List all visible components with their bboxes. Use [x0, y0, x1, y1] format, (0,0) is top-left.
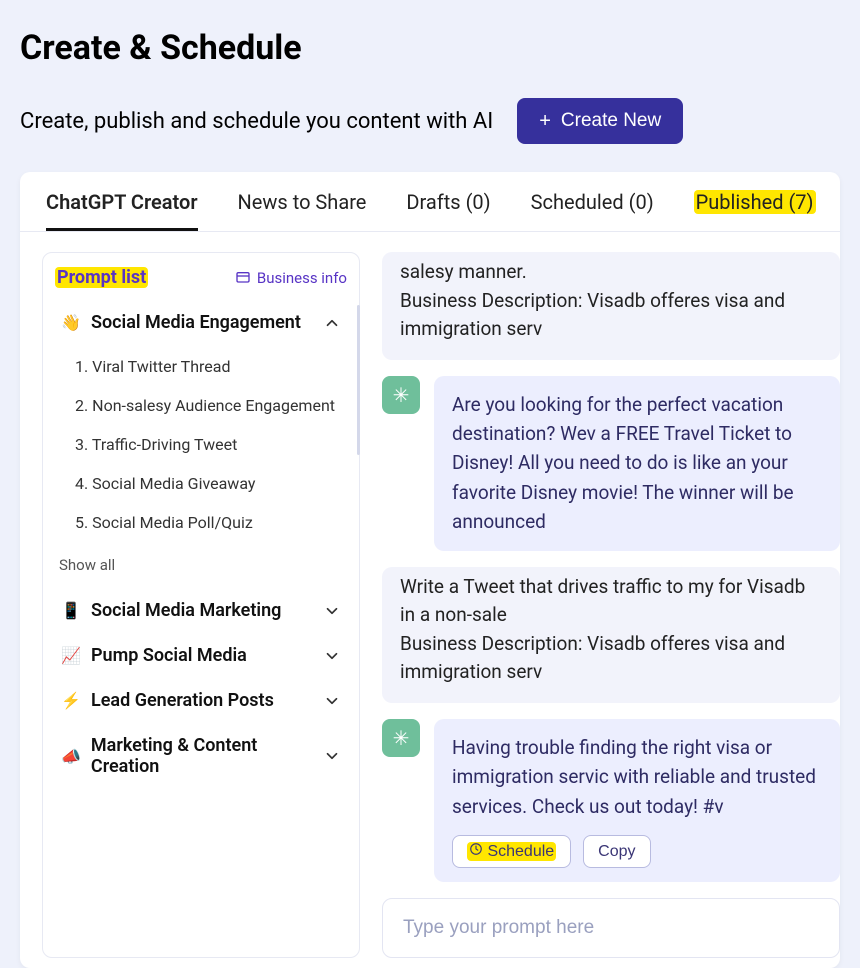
chevron-up-icon: [323, 314, 341, 332]
prompt-item[interactable]: 2. Non-salesy Audience Engagement: [71, 386, 347, 425]
user-message: salesy manner. Business Description: Vis…: [382, 252, 840, 360]
chevron-down-icon: [323, 692, 341, 710]
user-text-line: salesy manner.: [400, 258, 822, 287]
copy-button[interactable]: Copy: [583, 835, 650, 868]
prompt-item[interactable]: 3. Traffic-Driving Tweet: [71, 425, 347, 464]
business-info-icon: [235, 270, 251, 286]
user-text-line: Write a Tweet that drives traffic to my …: [400, 573, 822, 630]
schedule-label: Schedule: [487, 843, 554, 860]
business-info-link[interactable]: Business info: [235, 269, 347, 287]
category-label: Lead Generation Posts: [91, 690, 274, 711]
create-new-button[interactable]: + Create New: [517, 98, 683, 144]
category-label: Social Media Engagement: [91, 312, 301, 333]
tab-published[interactable]: Published (7): [694, 190, 816, 231]
schedule-button[interactable]: Schedule: [452, 835, 571, 868]
chat-column: salesy manner. Business Description: Vis…: [382, 252, 840, 958]
category-social-media-marketing[interactable]: 📱 Social Media Marketing: [55, 588, 347, 633]
bolt-icon: ⚡: [61, 691, 81, 710]
create-new-label: Create New: [561, 110, 661, 132]
openai-icon: [382, 719, 420, 757]
prompt-list-sidebar: Prompt list Business info 👋 Social Media…: [42, 252, 360, 958]
ai-message: Having trouble finding the right visa or…: [382, 719, 840, 882]
show-all-link[interactable]: Show all: [55, 550, 347, 588]
prompt-item[interactable]: 4. Social Media Giveaway: [71, 464, 347, 503]
category-label: Social Media Marketing: [91, 600, 281, 621]
category-social-media-engagement[interactable]: 👋 Social Media Engagement: [55, 300, 347, 345]
prompt-input[interactable]: [382, 898, 840, 958]
megaphone-icon: 📣: [61, 747, 81, 766]
tab-drafts[interactable]: Drafts (0): [406, 190, 490, 231]
user-text-line: Business Description: Visadb offeres vis…: [400, 630, 822, 687]
plus-icon: +: [539, 111, 551, 131]
prompt-item[interactable]: 5. Social Media Poll/Quiz: [71, 503, 347, 542]
category-label: Marketing & Content Creation: [91, 735, 323, 777]
ai-text: Having trouble finding the right visa or…: [452, 733, 822, 821]
tab-published-label: Published (7): [694, 190, 816, 214]
user-text-line: Business Description: Visadb offeres vis…: [400, 287, 822, 344]
chevron-down-icon: [323, 602, 341, 620]
page-title: Create & Schedule: [20, 28, 840, 68]
chevron-down-icon: [323, 647, 341, 665]
category-pump-social-media[interactable]: 📈 Pump Social Media: [55, 633, 347, 678]
wave-icon: 👋: [61, 313, 81, 332]
chevron-down-icon: [323, 747, 341, 765]
openai-icon: [382, 376, 420, 414]
page-subtitle: Create, publish and schedule you content…: [20, 109, 493, 134]
phone-icon: 📱: [61, 601, 81, 620]
ai-text: Are you looking for the perfect vacation…: [434, 376, 840, 551]
tab-scheduled[interactable]: Scheduled (0): [531, 190, 654, 231]
user-message: Write a Tweet that drives traffic to my …: [382, 567, 840, 703]
category-label: Pump Social Media: [91, 645, 247, 666]
category-marketing-content[interactable]: 📣 Marketing & Content Creation: [55, 723, 347, 789]
tabs: ChatGPT Creator News to Share Drafts (0)…: [20, 172, 840, 232]
prompt-list-title: Prompt list: [55, 267, 148, 288]
category-lead-generation[interactable]: ⚡ Lead Generation Posts: [55, 678, 347, 723]
chart-icon: 📈: [61, 646, 81, 665]
copy-label: Copy: [598, 843, 635, 861]
ai-message: Are you looking for the perfect vacation…: [382, 376, 840, 551]
prompt-item[interactable]: 1. Viral Twitter Thread: [71, 347, 347, 386]
clock-icon: [469, 842, 483, 861]
business-info-label: Business info: [257, 269, 347, 287]
tab-news-to-share[interactable]: News to Share: [238, 190, 367, 231]
tab-chatgpt-creator[interactable]: ChatGPT Creator: [46, 190, 198, 231]
